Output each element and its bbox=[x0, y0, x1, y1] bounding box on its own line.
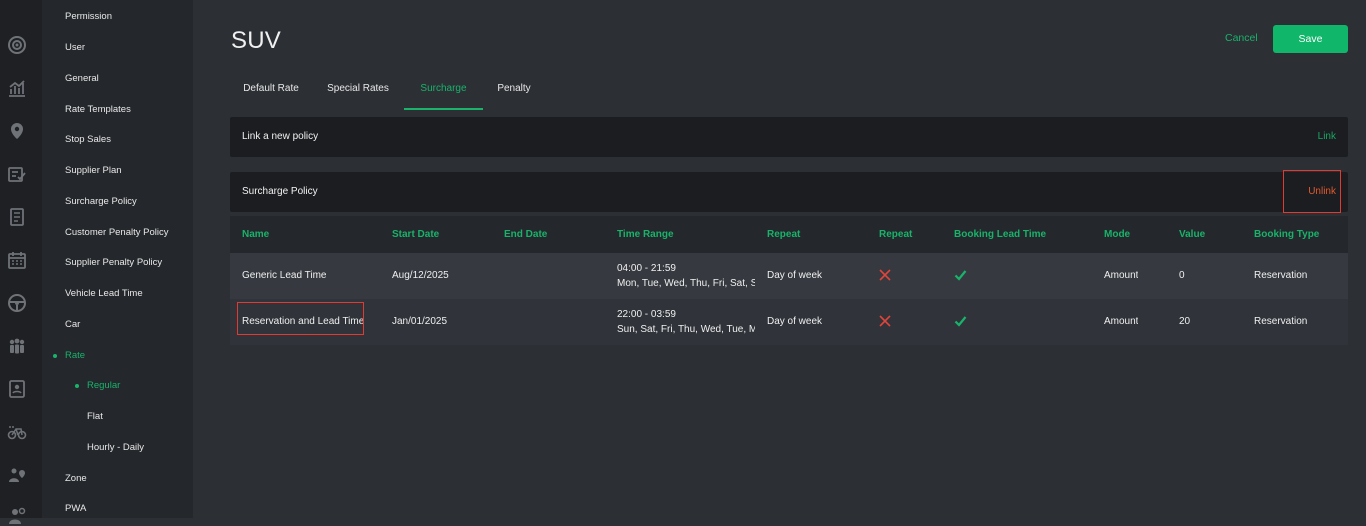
days-text: Sun, Sat, Fri, Thu, Wed, Tue, Mon bbox=[617, 324, 755, 335]
surcharge-table: Name Start Date End Date Time Range Repe… bbox=[230, 216, 1348, 345]
cancel-button[interactable]: Cancel bbox=[1225, 32, 1258, 44]
cell-time-range: 04:00 - 21:59 Mon, Tue, Wed, Thu, Fri, S… bbox=[617, 261, 755, 291]
cell-mode: Amount bbox=[1104, 316, 1139, 327]
document-icon[interactable] bbox=[7, 207, 27, 227]
analytics-icon[interactable] bbox=[7, 78, 27, 98]
sidebar-item-vehicle-lead-time[interactable]: Vehicle Lead Time bbox=[65, 288, 143, 299]
active-dot bbox=[75, 384, 79, 388]
people-group-icon[interactable] bbox=[7, 336, 27, 356]
unlink-highlight-box bbox=[1283, 170, 1341, 213]
check-icon bbox=[954, 270, 967, 281]
x-icon bbox=[879, 315, 891, 327]
sidebar-item-general[interactable]: General bbox=[65, 73, 99, 84]
sidebar-item-regular[interactable]: Regular bbox=[75, 380, 121, 391]
steering-wheel-icon[interactable] bbox=[7, 293, 27, 313]
cell-value: 0 bbox=[1179, 270, 1185, 281]
link-policy-label: Link a new policy bbox=[242, 131, 319, 142]
cell-booking-type: Reservation bbox=[1254, 270, 1308, 281]
calendar-icon[interactable] bbox=[7, 250, 27, 270]
col-repeat: Repeat bbox=[767, 229, 801, 240]
cell-repeat: Day of week bbox=[767, 316, 823, 327]
tab-surcharge[interactable]: Surcharge bbox=[404, 78, 483, 110]
sidebar-item-customer-penalty-policy[interactable]: Customer Penalty Policy bbox=[65, 227, 168, 238]
days-text: Mon, Tue, Wed, Thu, Fri, Sat, Sun bbox=[617, 278, 755, 289]
table-row[interactable]: Reservation and Lead Time Jan/01/2025 22… bbox=[230, 299, 1348, 345]
sidebar-item-rate-templates[interactable]: Rate Templates bbox=[65, 104, 131, 115]
link-button[interactable]: Link bbox=[1318, 131, 1336, 142]
active-dot bbox=[53, 354, 57, 358]
sidebar-item-stop-sales[interactable]: Stop Sales bbox=[65, 134, 111, 145]
tab-special-rates[interactable]: Special Rates bbox=[317, 78, 399, 110]
col-booking-type: Booking Type bbox=[1254, 229, 1320, 240]
sidebar-item-pwa[interactable]: PWA bbox=[65, 503, 86, 514]
sidebar-item-zone[interactable]: Zone bbox=[65, 473, 87, 484]
cell-time-range: 22:00 - 03:59 Sun, Sat, Fri, Thu, Wed, T… bbox=[617, 307, 755, 337]
tab-penalty[interactable]: Penalty bbox=[488, 78, 540, 110]
bicycle-icon[interactable] bbox=[7, 422, 27, 442]
sidebar-item-label: Rate bbox=[65, 350, 86, 361]
sidebar-item-hourly-daily[interactable]: Hourly - Daily bbox=[87, 442, 144, 453]
cell-name: Generic Lead Time bbox=[242, 270, 327, 281]
sidebar-item-rate[interactable]: Rate bbox=[53, 350, 86, 361]
sidebar-item-user[interactable]: User bbox=[65, 42, 85, 53]
col-start-date: Start Date bbox=[392, 229, 440, 240]
cell-repeat: Day of week bbox=[767, 270, 823, 281]
check-icon bbox=[954, 316, 967, 327]
col-time-range: Time Range bbox=[617, 229, 674, 240]
link-policy-bar: Link a new policy Link bbox=[230, 117, 1348, 157]
time-range-text: 04:00 - 21:59 bbox=[617, 263, 676, 274]
col-booking-lead-time: Booking Lead Time bbox=[954, 229, 1047, 240]
col-end-date: End Date bbox=[504, 229, 548, 240]
target-icon[interactable] bbox=[7, 35, 27, 55]
col-name: Name bbox=[242, 229, 270, 240]
sidebar-item-car[interactable]: Car bbox=[65, 319, 80, 330]
sidebar-item-supplier-plan[interactable]: Supplier Plan bbox=[65, 165, 122, 176]
cell-value: 20 bbox=[1179, 316, 1191, 327]
sidebar-item-permission[interactable]: Permission bbox=[65, 11, 112, 22]
checklist-icon[interactable] bbox=[7, 164, 27, 184]
sidebar-item-flat[interactable]: Flat bbox=[87, 411, 103, 422]
table-header: Name Start Date End Date Time Range Repe… bbox=[230, 216, 1348, 253]
time-range-text: 22:00 - 03:59 bbox=[617, 309, 676, 320]
id-card-icon[interactable] bbox=[7, 379, 27, 399]
sidebar-item-supplier-penalty-policy[interactable]: Supplier Penalty Policy bbox=[65, 257, 162, 268]
sidebar-item-surcharge-policy[interactable]: Surcharge Policy bbox=[65, 196, 137, 207]
name-highlight-box bbox=[237, 302, 364, 335]
sidebar-item-label: Regular bbox=[87, 380, 121, 391]
page-title: SUV bbox=[231, 27, 281, 54]
tab-default-rate[interactable]: Default Rate bbox=[231, 78, 311, 110]
surcharge-policy-bar: Surcharge Policy Unlink bbox=[230, 172, 1348, 212]
col-repeat-flag: Repeat bbox=[879, 229, 913, 240]
save-button[interactable]: Save bbox=[1273, 25, 1348, 53]
cell-mode: Amount bbox=[1104, 270, 1139, 281]
user-settings-icon[interactable] bbox=[7, 506, 27, 526]
main-content: SUV Cancel Save Default Rate Special Rat… bbox=[193, 0, 1366, 518]
location-pin-icon[interactable] bbox=[7, 121, 27, 141]
icon-rail bbox=[0, 0, 42, 524]
cell-booking-type: Reservation bbox=[1254, 316, 1308, 327]
surcharge-policy-label: Surcharge Policy bbox=[242, 186, 318, 197]
x-icon bbox=[879, 269, 891, 281]
cell-start-date: Jan/01/2025 bbox=[392, 316, 448, 327]
col-value: Value bbox=[1179, 229, 1206, 240]
col-mode: Mode bbox=[1104, 229, 1131, 240]
sidebar: Permission User General Rate Templates S… bbox=[42, 0, 193, 518]
cell-start-date: Aug/12/2025 bbox=[392, 270, 449, 281]
user-location-icon[interactable] bbox=[7, 465, 27, 485]
table-row[interactable]: Generic Lead Time Aug/12/2025 04:00 - 21… bbox=[230, 253, 1348, 299]
